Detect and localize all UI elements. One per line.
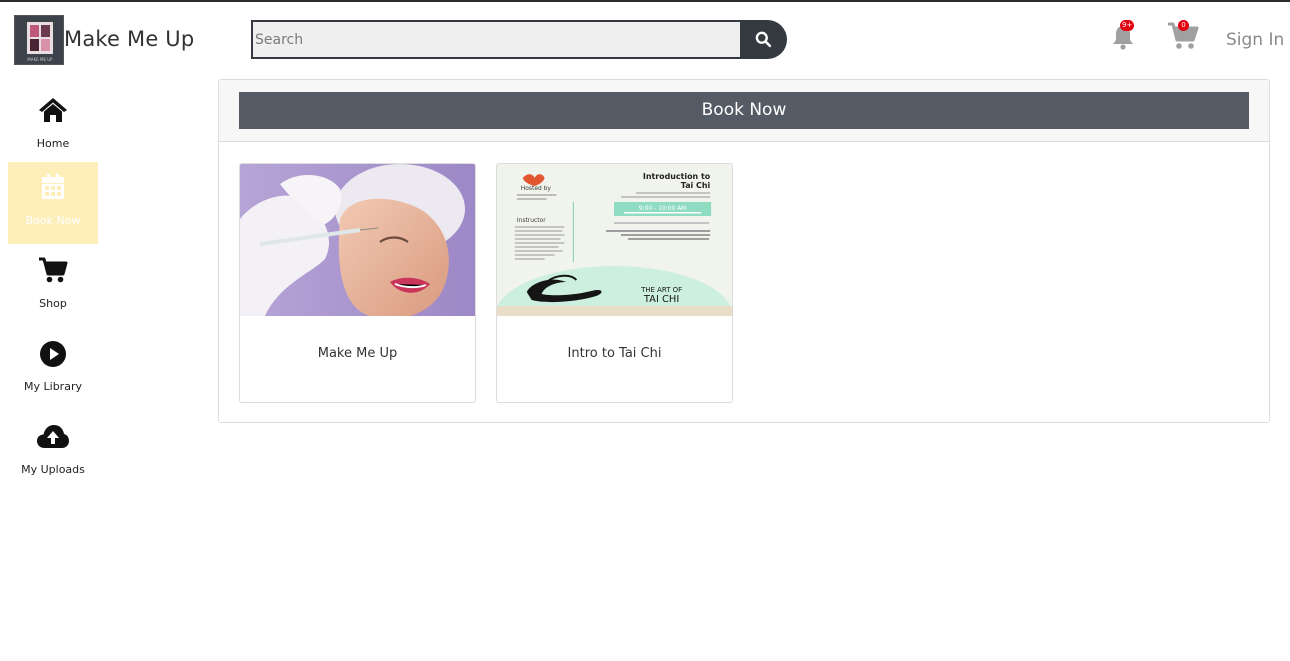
sidebar-item-my-uploads[interactable]: My Uploads xyxy=(8,418,98,500)
sidebar-item-my-library[interactable]: My Library xyxy=(8,335,98,417)
booking-panel-header: Book Now xyxy=(219,80,1269,142)
svg-text:Introduction to: Introduction to xyxy=(643,172,711,181)
svg-text:Instructor: Instructor xyxy=(517,217,546,224)
svg-text:TAI CHI: TAI CHI xyxy=(643,294,679,305)
search-button[interactable] xyxy=(740,20,787,59)
sidebar-item-home[interactable]: Home xyxy=(8,86,98,168)
top-border xyxy=(0,0,1290,2)
sidebar-item-label: Home xyxy=(36,137,70,150)
sidebar-item-shop[interactable]: Shop xyxy=(8,252,98,334)
cart-icon xyxy=(39,257,68,283)
search-input[interactable] xyxy=(251,20,741,59)
event-card-make-me-up[interactable]: Make Me Up xyxy=(239,163,476,403)
cloud-upload-icon xyxy=(37,425,69,448)
event-title: Make Me Up xyxy=(317,346,398,361)
notifications-badge: 9+ xyxy=(1120,20,1135,31)
sidebar-item-label: Book Now xyxy=(25,214,81,227)
event-card-intro-to-tai-chi[interactable]: Hosted by Instructor Introduction to Tai… xyxy=(496,163,733,403)
play-circle-icon xyxy=(40,341,66,367)
sidebar-item-book-now[interactable]: Book Now xyxy=(8,162,98,244)
sidebar-item-label: My Library xyxy=(24,380,82,393)
svg-text:MAKE ME UP: MAKE ME UP xyxy=(27,57,53,62)
event-image: Hosted by Instructor Introduction to Tai… xyxy=(497,164,732,316)
calendar-icon xyxy=(42,174,64,199)
svg-text:9:00 - 10:00 AM: 9:00 - 10:00 AM xyxy=(639,205,686,212)
svg-text:Tai Chi: Tai Chi xyxy=(681,181,711,190)
sign-in-link[interactable]: Sign In xyxy=(1226,30,1284,50)
sidebar-item-label: My Uploads xyxy=(21,463,85,476)
home-icon xyxy=(39,98,67,122)
sidebar-item-label: Shop xyxy=(39,297,67,310)
app-title[interactable]: Make Me Up xyxy=(64,27,194,51)
svg-text:Hosted by: Hosted by xyxy=(521,185,552,192)
search-bar xyxy=(251,20,787,59)
search-icon xyxy=(755,31,772,48)
svg-text:THE ART OF: THE ART OF xyxy=(640,286,682,294)
app-logo[interactable]: MAKE ME UP xyxy=(14,15,64,65)
event-image xyxy=(240,164,475,316)
cart-badge: 0 xyxy=(1178,20,1189,31)
book-now-banner: Book Now xyxy=(239,92,1249,129)
booking-panel: Book Now Make Me Up Hosted by Instructor… xyxy=(218,79,1270,423)
event-title: Intro to Tai Chi xyxy=(567,346,662,361)
